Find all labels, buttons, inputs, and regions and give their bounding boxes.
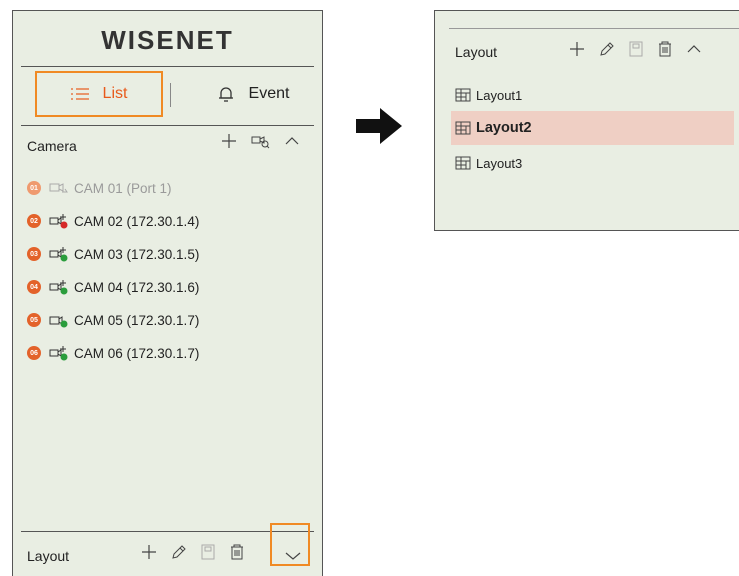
tab-event[interactable]: Event (193, 71, 313, 117)
tab-list-label: List (102, 85, 128, 102)
tab-list[interactable]: List (35, 71, 163, 117)
camera-number-badge: 03 (27, 247, 41, 261)
highlight-frame (270, 523, 310, 566)
brand-logo: WISENET (101, 25, 234, 55)
layout-toolbar (141, 544, 245, 560)
tab-separator (170, 83, 171, 107)
tab-event-label: Event (248, 85, 290, 102)
edit-layout-button[interactable] (171, 544, 187, 560)
layout-panel: Layout Layout1 Layout2 Layout3 (434, 10, 739, 231)
camera-search-button[interactable] (251, 133, 271, 149)
layout-item-3[interactable]: Layout3 (455, 151, 522, 175)
camera-label: CAM 02 (172.30.1.4) (74, 213, 200, 229)
side-panel: WISENET List Event Camera 01 CAM 01 (Por… (12, 10, 323, 576)
camera-item-6[interactable]: 06 CAM 06 (172.30.1.7) (27, 342, 199, 364)
camera-connected-icon (49, 279, 69, 295)
layout-label: Layout1 (476, 87, 523, 103)
add-camera-button[interactable] (221, 133, 237, 149)
layout-section-title: Layout (27, 548, 70, 564)
camera-section-title: Camera (27, 138, 77, 154)
camera-connected-icon (49, 246, 69, 262)
layout-grid-icon (455, 121, 471, 135)
camera-label: CAM 03 (172.30.1.5) (74, 246, 200, 262)
add-layout-button[interactable] (141, 544, 157, 560)
camera-item-1[interactable]: 01 CAM 01 (Port 1) (27, 177, 172, 199)
camera-label: CAM 04 (172.30.1.6) (74, 279, 200, 295)
camera-item-3[interactable]: 03 CAM 03 (172.30.1.5) (27, 243, 199, 265)
collapse-chevron-up-icon[interactable] (285, 136, 299, 146)
layout-item-2[interactable]: Layout2 (451, 111, 734, 145)
camera-number-badge: 01 (27, 181, 41, 195)
delete-layout-button[interactable] (229, 544, 245, 560)
divider (21, 125, 314, 126)
camera-recording-icon (49, 213, 69, 229)
camera-item-5[interactable]: 05 CAM 05 (172.30.1.7) (27, 309, 199, 331)
camera-label: CAM 06 (172.30.1.7) (74, 345, 200, 361)
layout-section-title: Layout (455, 44, 498, 60)
layout-label: Layout3 (476, 155, 523, 171)
camera-connected-icon (49, 345, 69, 361)
camera-toolbar (221, 133, 299, 149)
camera-number-badge: 02 (27, 214, 41, 228)
save-layout-button[interactable] (629, 41, 643, 57)
save-layout-button[interactable] (201, 544, 215, 560)
edit-layout-button[interactable] (599, 41, 615, 57)
camera-number-badge: 04 (27, 280, 41, 294)
camera-item-4[interactable]: 04 CAM 04 (172.30.1.6) (27, 276, 199, 298)
camera-number-badge: 05 (27, 313, 41, 327)
divider (21, 66, 314, 67)
layout-toolbar (569, 41, 701, 57)
add-layout-button[interactable] (569, 41, 585, 57)
camera-disconnected-icon (49, 181, 69, 195)
camera-label: CAM 05 (172.30.1.7) (74, 312, 200, 328)
bell-icon (217, 85, 235, 103)
camera-item-2[interactable]: 02 CAM 02 (172.30.1.4) (27, 210, 199, 232)
camera-connected-icon (49, 312, 69, 328)
layout-item-1[interactable]: Layout1 (455, 83, 522, 107)
layout-grid-icon (455, 88, 471, 102)
layout-grid-icon (455, 156, 471, 170)
camera-number-badge: 06 (27, 346, 41, 360)
arrow-right-icon (356, 108, 402, 149)
delete-layout-button[interactable] (657, 41, 673, 57)
collapse-chevron-up-icon[interactable] (687, 44, 701, 54)
list-icon (70, 87, 89, 101)
camera-label: CAM 01 (Port 1) (74, 180, 172, 196)
divider (449, 28, 739, 29)
layout-label: Layout2 (476, 120, 532, 136)
